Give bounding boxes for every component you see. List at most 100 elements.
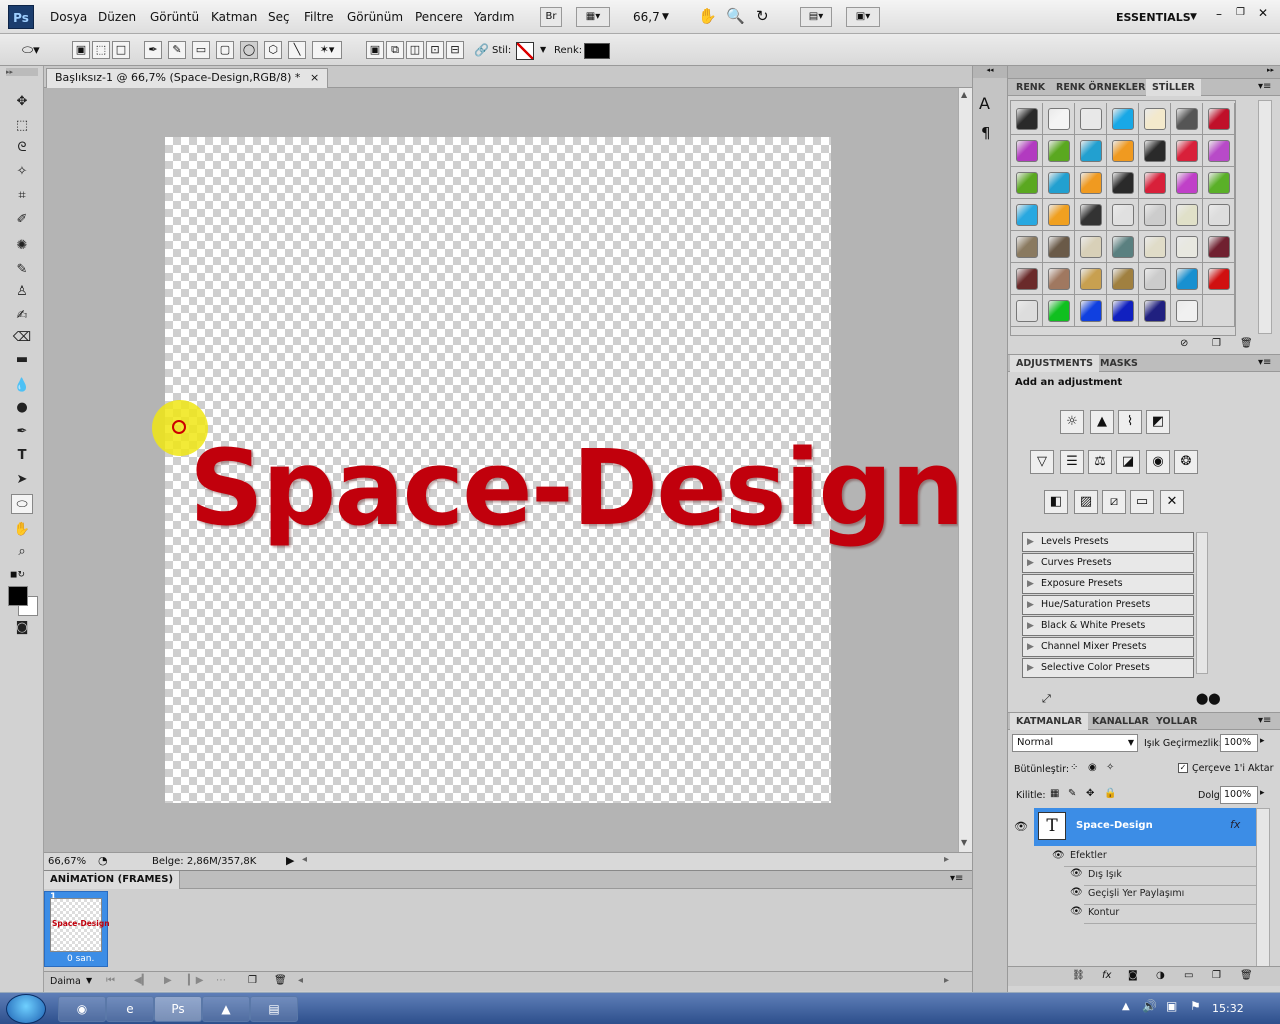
chevron-down-icon[interactable]: ▼ [1190,12,1197,22]
vibrance-icon[interactable]: ▽ [1030,450,1054,474]
canvas[interactable]: Space-Design [165,137,965,803]
unify-position-icon[interactable]: ⁘ [1070,762,1078,773]
chevron-down-icon[interactable]: ▼ [86,976,92,985]
tab-masks[interactable]: MASKS [1094,355,1144,372]
marquee-tool-icon[interactable]: ⬚ [11,116,33,136]
chevron-down-icon[interactable]: ▼ [662,12,669,22]
style-swatch-cell[interactable] [1171,231,1203,263]
status-menu-icon[interactable]: ▶ [286,854,294,867]
expand-triangle-icon[interactable]: ▶ [1027,659,1034,677]
style-swatch-cell[interactable] [1107,231,1139,263]
subtract-shape-icon[interactable]: ◫ [406,41,424,59]
style-swatch-cell[interactable] [1011,199,1043,231]
style-swatch-cell[interactable] [1203,231,1235,263]
freeform-pen-icon[interactable]: ✎ [168,41,186,59]
adjustment-layer-icon[interactable]: ◑ [1156,970,1165,981]
minimize-icon[interactable]: – [1216,7,1222,21]
scroll-down-icon[interactable]: ▼ [961,838,967,847]
preset-item[interactable]: ▶ Channel Mixer Presets [1022,637,1194,657]
effect-item[interactable]: Geçişli Yer Paylaşımı [1088,888,1184,899]
blur-tool-icon[interactable]: 💧 [11,376,33,396]
style-swatch-cell[interactable] [1107,199,1139,231]
foreground-color-swatch[interactable] [8,586,28,606]
zoom-tool-icon[interactable]: ⌕ [11,542,33,562]
style-swatch-cell[interactable] [1203,103,1235,135]
photoshop-taskbar-button[interactable]: Ps [154,996,202,1022]
chrome-icon[interactable]: ◉ [58,996,106,1022]
expand-triangle-icon[interactable]: ▶ [1027,638,1034,656]
preset-item[interactable]: ▶ Exposure Presets [1022,574,1194,594]
style-swatch-cell[interactable] [1011,263,1043,295]
start-button[interactable] [6,994,46,1024]
status-info-icon[interactable]: ◔ [98,854,108,867]
crop-tool-icon[interactable]: ⌗ [11,186,33,206]
style-swatch-cell[interactable] [1107,103,1139,135]
style-swatch-cell[interactable] [1203,295,1235,327]
menu-goruntu[interactable]: Görüntü [150,10,199,24]
style-swatch-cell[interactable] [1043,103,1075,135]
style-swatch-cell[interactable] [1011,167,1043,199]
effect-eye-icon[interactable]: 👁 [1070,906,1083,917]
path-selection-icon[interactable]: ➤ [11,470,33,490]
style-swatch-cell[interactable] [1075,231,1107,263]
color-swatch[interactable] [584,43,610,59]
tab-kanallar[interactable]: KANALLAR [1086,713,1155,730]
magic-wand-icon[interactable]: ✧ [11,162,33,182]
history-brush-icon[interactable]: ✍ [11,306,33,326]
close-tab-icon[interactable]: × [310,71,319,84]
panel-menu-icon[interactable]: ▾≡ [1258,715,1271,726]
style-swatch-cell[interactable] [1107,263,1139,295]
brush-tool-icon[interactable]: ✎ [11,260,33,280]
opacity-input[interactable]: 100% [1220,734,1258,752]
style-swatch-cell[interactable] [1043,199,1075,231]
fill-pixels-icon[interactable]: □ [112,41,130,59]
type-tool-icon[interactable]: T [11,446,33,466]
opacity-slider-icon[interactable]: ▸ [1260,736,1265,746]
style-swatch-cell[interactable] [1011,135,1043,167]
add-to-shape-icon[interactable]: ⧉ [386,41,404,59]
lock-pixels-icon[interactable]: ✎ [1068,788,1076,799]
pen-icon[interactable]: ✒ [144,41,162,59]
style-swatch-cell[interactable] [1043,263,1075,295]
first-frame-icon[interactable]: ⏮ [106,975,115,986]
shape-layers-icon[interactable]: ▣ [72,41,90,59]
lock-all-icon[interactable]: 🔒 [1104,788,1116,799]
channel-mixer-icon[interactable]: ❂ [1174,450,1198,474]
duplicate-frame-icon[interactable]: ❐ [248,975,257,986]
hand-tool-icon[interactable]: ✋ [11,520,33,540]
delete-style-icon[interactable]: 🗑 [1240,338,1253,349]
pen-tool-icon[interactable]: ✒ [11,422,33,442]
brightness-contrast-icon[interactable]: ☼ [1060,410,1084,434]
new-style-icon[interactable]: ❐ [1212,338,1221,349]
tab-renk-ornekleri[interactable]: RENK ÖRNEKLERİ [1050,79,1155,96]
clip-layer-icon[interactable]: ⬤⬤ [1196,692,1221,705]
blend-mode-select[interactable]: Normal ▼ [1012,734,1138,752]
tab-adjustments[interactable]: ADJUSTMENTS [1010,355,1100,372]
expand-triangle-icon[interactable]: ▶ [1027,575,1034,593]
add-mask-icon[interactable]: ◙ [1128,970,1138,981]
dodge-tool-icon[interactable]: ● [11,398,33,418]
unify-style-icon[interactable]: ✧ [1106,762,1114,773]
collapse-dock-icon[interactable]: ▸▸ [1008,66,1280,78]
style-swatch-cell[interactable] [1043,295,1075,327]
invert-icon[interactable]: ◧ [1044,490,1068,514]
lasso-tool-icon[interactable]: ᘓ [11,138,33,158]
expand-icon[interactable]: ◂◂ [973,66,1007,78]
menu-duzen[interactable]: Düzen [98,10,136,24]
style-swatch-cell[interactable] [1203,167,1235,199]
expand-triangle-icon[interactable]: ▶ [1027,596,1034,614]
animation-tab[interactable]: ANİMATİON (FRAMES) [44,871,181,889]
effects-eye-icon[interactable]: 👁 [1052,850,1065,861]
style-swatch-cell[interactable] [1139,295,1171,327]
previous-frame-icon[interactable]: ◀▎ [134,975,149,986]
expand-triangle-icon[interactable]: ▶ [1027,617,1034,635]
style-swatch-cell[interactable] [1139,167,1171,199]
link-layers-icon[interactable]: ⛓ [1072,970,1085,981]
style-swatch-cell[interactable] [1171,199,1203,231]
delete-frame-icon[interactable]: 🗑 [274,975,287,986]
curves-icon[interactable]: ⌇ [1118,410,1142,434]
default-colors-icon[interactable]: ◼↻ [10,570,25,580]
tab-yollar[interactable]: YOLLAR [1150,713,1203,730]
spot-healing-icon[interactable]: ✺ [11,236,33,256]
play-icon[interactable]: ▶ [164,975,172,986]
